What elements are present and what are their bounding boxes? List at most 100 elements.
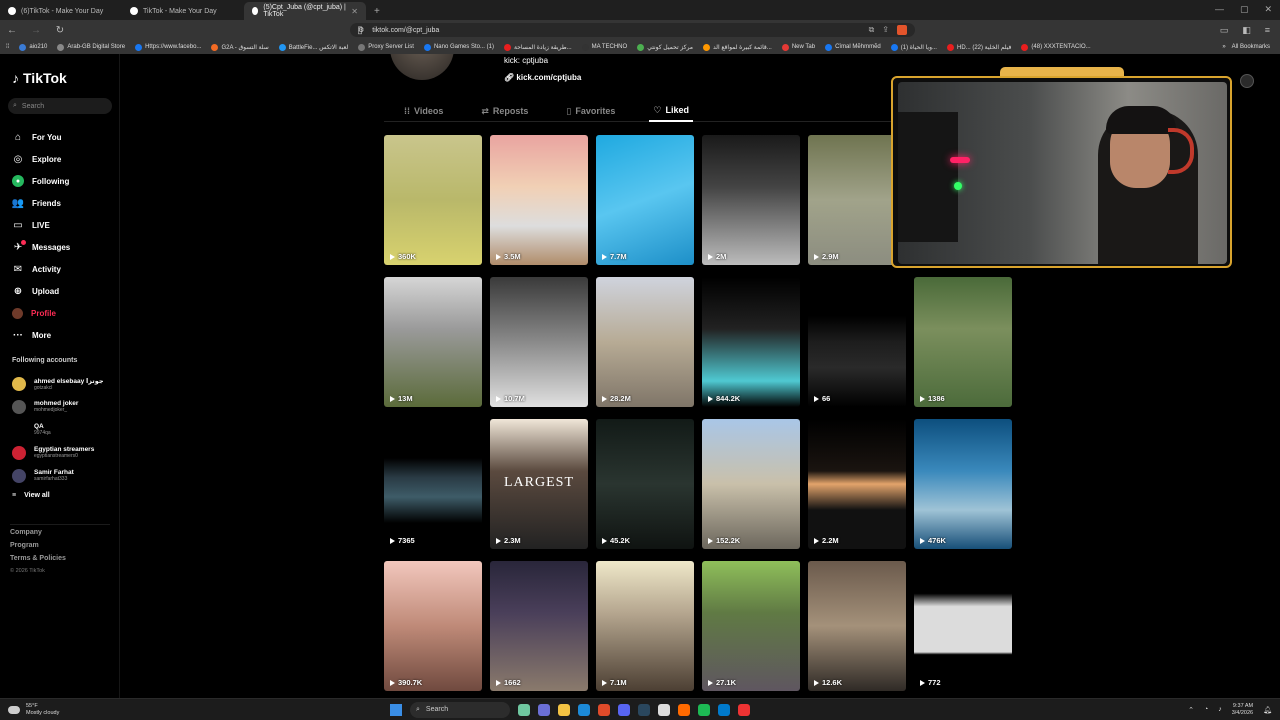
following-account-item[interactable]: Samir Farhat samirfarhat333 bbox=[12, 464, 104, 487]
bookmark-item[interactable]: Https://www.facebo... bbox=[135, 43, 201, 51]
reload-icon[interactable]: ↻ bbox=[54, 25, 66, 36]
brave-app-icon[interactable] bbox=[598, 703, 610, 716]
sidebar-item-activity[interactable]: ✉ Activity bbox=[12, 258, 70, 280]
reader-icon[interactable]: ⧉ bbox=[869, 25, 875, 35]
tab-favorites[interactable]: ▯ Favorites bbox=[562, 100, 619, 122]
chevron-right-icon[interactable]: » bbox=[1222, 44, 1225, 50]
search-input[interactable]: ⌕ Search bbox=[8, 98, 112, 114]
bookmark-item[interactable]: aio210 bbox=[19, 43, 47, 51]
all-bookmarks-button[interactable]: All Bookmarks bbox=[1232, 44, 1270, 50]
bookmark-item[interactable]: Nano Games Sto... (1) bbox=[423, 43, 494, 51]
minimize-icon[interactable]: — bbox=[1215, 4, 1224, 15]
windows-start-icon[interactable] bbox=[390, 703, 402, 716]
edge-app-icon[interactable] bbox=[578, 703, 590, 716]
tab-liked[interactable]: ♡ Liked bbox=[649, 100, 693, 122]
discord-app-icon[interactable] bbox=[618, 703, 630, 716]
video-thumbnail[interactable]: 390.7K bbox=[384, 561, 482, 691]
share-icon[interactable]: ⇪ bbox=[882, 25, 889, 35]
sidebar-item-messages[interactable]: ✈ Messages bbox=[12, 236, 70, 258]
video-thumbnail[interactable]: 476K bbox=[914, 419, 1012, 549]
video-thumbnail[interactable]: 27.1K bbox=[702, 561, 800, 691]
following-account-item[interactable]: ahmed elsebaay جوتزا gotzakcl bbox=[12, 372, 104, 395]
close-window-icon[interactable]: ✕ bbox=[1264, 4, 1272, 15]
sidebar-item-more[interactable]: ··· More bbox=[12, 324, 70, 346]
view-all-button[interactable]: ≡ View all bbox=[12, 487, 104, 503]
video-thumbnail[interactable]: 7.7M bbox=[596, 135, 694, 265]
bookmark-item[interactable]: New Tab bbox=[781, 43, 815, 51]
video-thumbnail[interactable]: 152.2K bbox=[702, 419, 800, 549]
bookmark-item[interactable]: Cîmal Mẽhmmẽd bbox=[825, 43, 881, 51]
clock[interactable]: 9:37 AM 3/4/2026 bbox=[1232, 703, 1253, 717]
bookmark-item[interactable]: HD... فيلم الخلية (22) bbox=[946, 43, 1011, 51]
github-app-icon[interactable] bbox=[658, 703, 670, 716]
menu-icon[interactable]: ≡ bbox=[1265, 25, 1270, 36]
maximize-icon[interactable]: ▢ bbox=[1240, 4, 1249, 15]
video-thumbnail[interactable]: 7.1M bbox=[596, 561, 694, 691]
copilot-app-icon[interactable] bbox=[538, 703, 550, 716]
profile-link[interactable]: 🔗︎ kick.com/cptjuba bbox=[504, 73, 581, 82]
bookmark-item[interactable]: Proxy Server List bbox=[358, 43, 414, 51]
video-thumbnail[interactable]: 772 bbox=[914, 561, 1012, 691]
vscode-app-icon[interactable] bbox=[718, 703, 730, 716]
video-thumbnail[interactable]: 13M bbox=[384, 277, 482, 407]
wifi-icon[interactable]: ◔ bbox=[1204, 706, 1208, 713]
weather-widget[interactable]: 55°F Mostly cloudy bbox=[8, 703, 59, 717]
apps-icon[interactable]: ⁞⁞ bbox=[6, 44, 9, 50]
sidebar-item-for-you[interactable]: ⌂ For You bbox=[12, 126, 70, 148]
sidebar-item-friends[interactable]: 👥 Friends bbox=[12, 192, 70, 214]
bookmark-item[interactable]: BattleFie... لعبة الاتكس bbox=[278, 43, 348, 51]
sidebar-item-profile[interactable]: Profile bbox=[12, 302, 70, 324]
back-icon[interactable]: ← bbox=[6, 25, 18, 36]
bookmark-item[interactable]: (48) XXXTENTACIO... bbox=[1021, 43, 1091, 51]
address-bar[interactable]: ⚙ tiktok.com/@cpt_juba ⧉ ⇪ bbox=[350, 23, 915, 37]
widgets-app-icon[interactable] bbox=[518, 703, 530, 716]
wallet-icon[interactable]: ▭ bbox=[1220, 25, 1229, 36]
brave-shield-icon[interactable] bbox=[897, 25, 907, 35]
video-thumbnail[interactable]: 2M bbox=[702, 135, 800, 265]
browser-tab-3-active[interactable]: (5)Cpt_Juba (@cpt_juba) | TikTok ✕ bbox=[244, 2, 366, 20]
video-thumbnail[interactable]: 1386 bbox=[914, 277, 1012, 407]
video-thumbnail[interactable]: 3.5M bbox=[490, 135, 588, 265]
video-thumbnail[interactable]: 45.2K bbox=[596, 419, 694, 549]
video-thumbnail[interactable]: 844.2K bbox=[702, 277, 800, 407]
spotify-app-icon[interactable] bbox=[698, 703, 710, 716]
video-thumbnail[interactable]: 12.6K bbox=[808, 561, 906, 691]
video-thumbnail[interactable]: 360K bbox=[384, 135, 482, 265]
video-thumbnail[interactable]: 2.2M bbox=[808, 419, 906, 549]
browser-tab-2[interactable]: TikTok - Make Your Day bbox=[122, 2, 244, 20]
taskbar-search[interactable]: ⌕ Search bbox=[410, 701, 510, 718]
file-explorer-icon[interactable] bbox=[558, 703, 570, 716]
following-account-item[interactable]: QA 9974qa bbox=[12, 418, 104, 441]
steam-app-icon[interactable] bbox=[638, 703, 650, 716]
video-thumbnail[interactable]: 28.2M bbox=[596, 277, 694, 407]
new-tab-button[interactable]: + bbox=[366, 2, 388, 20]
notifications-icon[interactable]: 🔔︎ bbox=[1263, 706, 1272, 714]
bookmark-item[interactable]: قائمة كبيرة لمواقع الد... bbox=[703, 43, 772, 51]
footer-program-link[interactable]: Program bbox=[10, 542, 110, 555]
browser-tab-1[interactable]: (6)TikTok - Make Your Day bbox=[0, 2, 122, 20]
vpn-app-icon[interactable] bbox=[678, 703, 690, 716]
forward-icon[interactable]: → bbox=[30, 25, 42, 36]
bookmark-page-icon[interactable]: ▯ bbox=[354, 25, 366, 36]
bookmark-item[interactable]: Arab-GB Digital Store bbox=[57, 43, 125, 51]
video-thumbnail[interactable]: 7365 bbox=[384, 419, 482, 549]
video-thumbnail[interactable]: 10.7M bbox=[490, 277, 588, 407]
footer-terms-link[interactable]: Terms & Policies bbox=[10, 555, 110, 568]
close-icon[interactable]: ✕ bbox=[351, 7, 358, 16]
bookmark-item[interactable]: (1) ويا الحياة... bbox=[890, 43, 937, 51]
footer-company-link[interactable]: Company bbox=[10, 529, 110, 542]
video-thumbnail[interactable]: LARGEST 2.3M bbox=[490, 419, 588, 549]
floating-app-icon[interactable] bbox=[1240, 74, 1254, 88]
video-thumbnail[interactable]: 66 bbox=[808, 277, 906, 407]
bookmark-item[interactable]: G2A - سلة التسوق bbox=[211, 43, 269, 51]
following-account-item[interactable]: mohmed joker mohmedjoker_ bbox=[12, 395, 104, 418]
volume-icon[interactable]: ♪ bbox=[1218, 706, 1222, 713]
sidebar-item-following[interactable]: ● Following bbox=[12, 170, 70, 192]
bookmark-item[interactable]: مركز تحميل كونتي bbox=[637, 43, 693, 51]
video-thumbnail[interactable]: 1662 bbox=[490, 561, 588, 691]
tab-reposts[interactable]: ⇄ Reposts bbox=[477, 100, 532, 122]
bookmark-item[interactable]: طريقة زيادة المساحة... bbox=[503, 43, 572, 51]
sidebar-item-upload[interactable]: ⊕ Upload bbox=[12, 280, 70, 302]
tab-videos[interactable]: ⁞⁞ Videos bbox=[400, 100, 447, 122]
following-account-item[interactable]: Egyptian streamers egyptianstreamers0 bbox=[12, 441, 104, 464]
